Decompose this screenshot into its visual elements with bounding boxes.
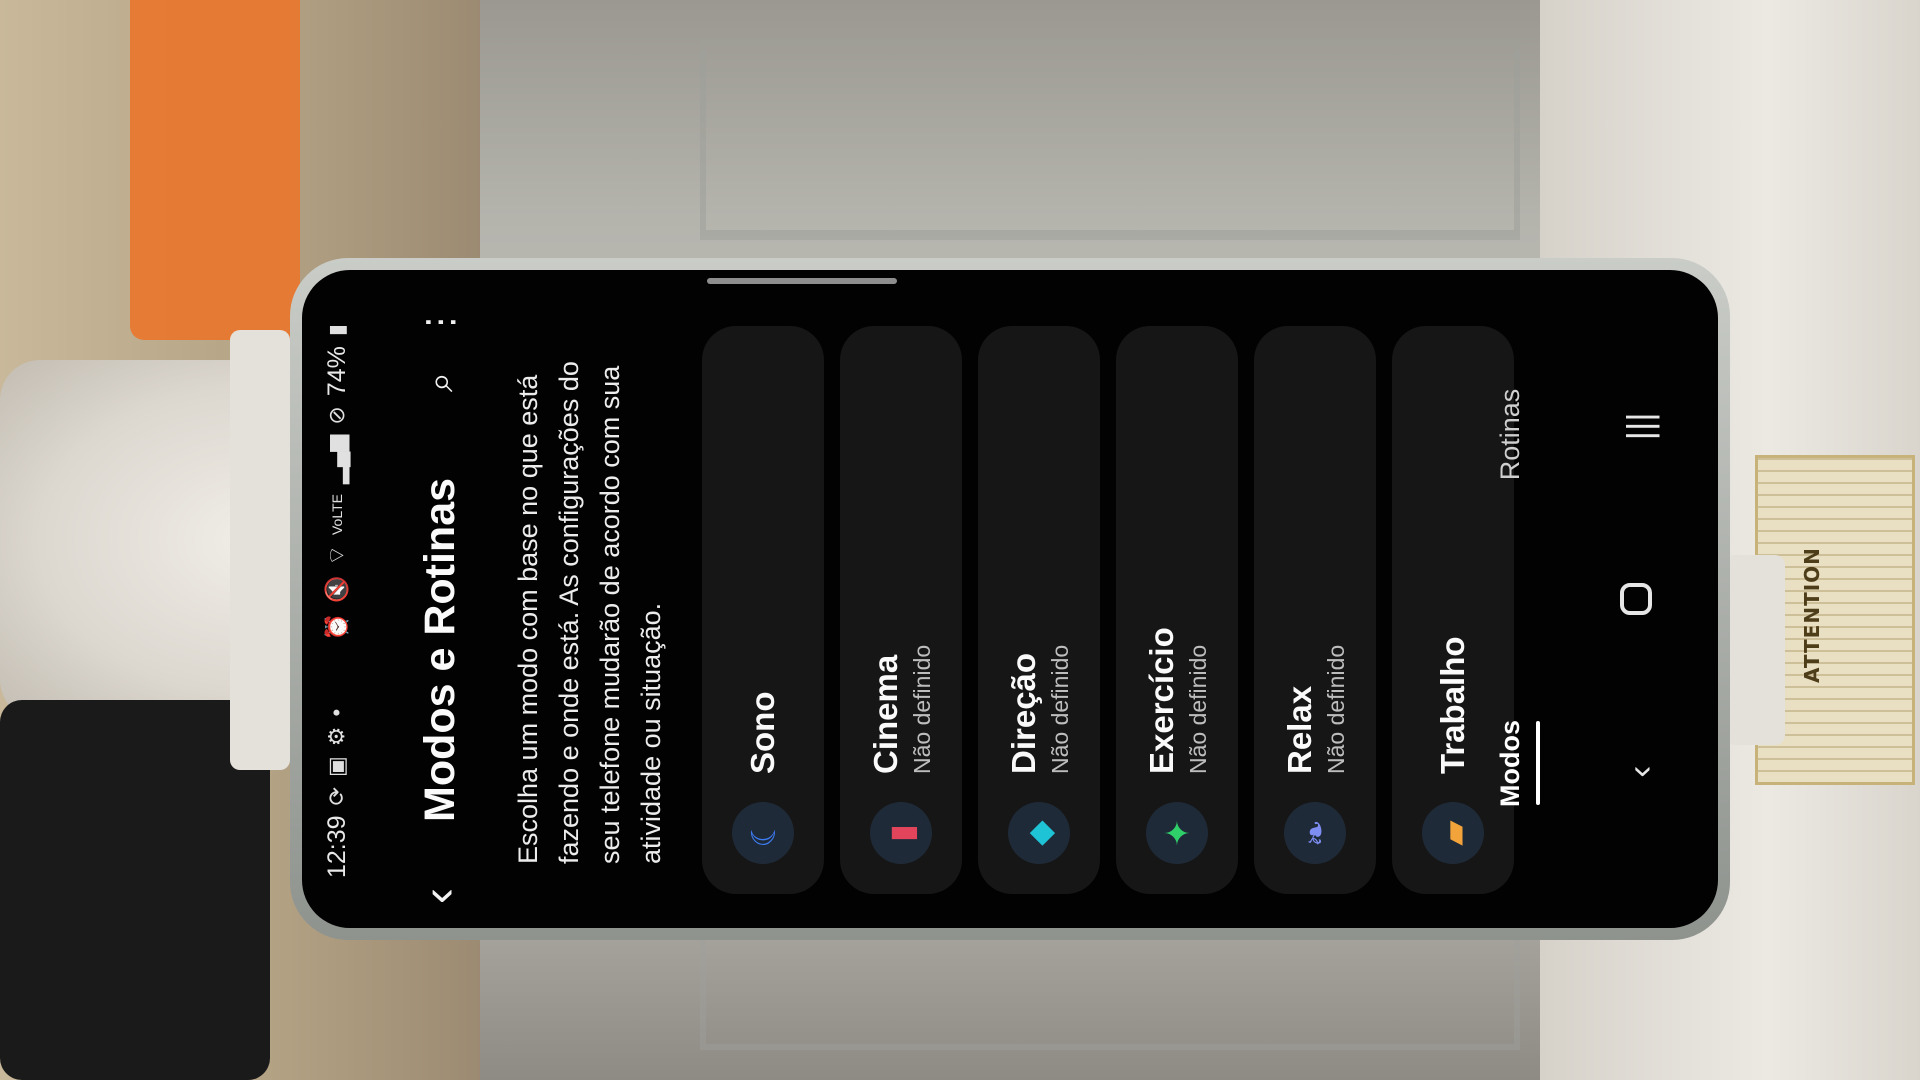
background-label-text: ATTENTION	[1800, 547, 1824, 683]
mode-name: Cinema	[866, 654, 904, 774]
page-title: Modos e Rotinas	[415, 477, 464, 822]
settings-gear-icon: ⚙	[324, 726, 349, 747]
mode-text: Cinema Não definido	[867, 645, 936, 774]
modes-list: ☾ Sono ▮ Cinema Não definido ◆ Direção Não defi…	[702, 326, 1514, 894]
relax-leaf-icon: ❧	[1284, 802, 1346, 864]
cinema-icon: ▮	[870, 802, 932, 864]
gallery-icon: ▣	[324, 756, 349, 777]
search-icon[interactable]: ⌕	[419, 352, 462, 412]
mode-status: Não definido	[1184, 644, 1211, 774]
mode-name: Direção	[1004, 652, 1042, 774]
mode-text: Direção Não definido	[1005, 645, 1074, 774]
phone-screen: 12:39 ⟳ ▣ ⚙ • ⏰ 🔇 ⌔ VoLTE ▂▄▆ ⊘ 74% ▮ ‹ …	[302, 270, 1718, 928]
background-orange-box	[130, 0, 300, 340]
status-right: ⏰ 🔇 ⌔ VoLTE ▂▄▆ ⊘ 74% ▮	[323, 324, 352, 641]
driving-icon: ◆	[1008, 802, 1070, 864]
status-bar: 12:39 ⟳ ▣ ⚙ • ⏰ 🔇 ⌔ VoLTE ▂▄▆ ⊘ 74% ▮	[302, 270, 372, 928]
page-description: Escolha um modo com base no que está faz…	[513, 361, 666, 864]
mode-name: Relax	[1280, 685, 1318, 774]
status-left: 12:39 ⟳ ▣ ⚙ •	[323, 709, 352, 878]
alarm-icon: ⏰	[324, 613, 349, 641]
mode-status: Não definido	[908, 644, 935, 774]
mode-name: Trabalho	[1434, 636, 1471, 774]
tab-modos[interactable]: Modos	[1495, 599, 1540, 928]
scrollbar[interactable]	[707, 278, 897, 284]
phone-frame: 12:39 ⟳ ▣ ⚙ • ⏰ 🔇 ⌔ VoLTE ▂▄▆ ⊘ 74% ▮ ‹ …	[290, 258, 1730, 940]
system-nav-bar: ‹ |||	[1592, 270, 1688, 928]
signal-label: VoLTE	[329, 494, 345, 536]
mode-text: Sono	[744, 692, 782, 774]
home-icon	[1620, 583, 1652, 616]
mode-card-sono[interactable]: ☾ Sono	[702, 326, 824, 894]
mode-name: Sono	[744, 691, 781, 774]
mode-status: Não definido	[1046, 644, 1073, 774]
sync-icon: ⟳	[324, 787, 349, 806]
wifi-icon: ⌔	[324, 545, 349, 566]
back-chevron-icon[interactable]: ‹	[413, 852, 466, 904]
battery-percent: 74%	[322, 346, 351, 397]
more-options-icon[interactable]: ⋮	[419, 292, 461, 352]
status-time: 12:39	[322, 815, 351, 878]
blocked-icon: ⊘	[324, 406, 349, 425]
mute-icon: 🔇	[324, 575, 349, 604]
screen-content: 12:39 ⟳ ▣ ⚙ • ⏰ 🔇 ⌔ VoLTE ▂▄▆ ⊘ 74% ▮ ‹ …	[302, 270, 1718, 928]
nav-home-button[interactable]	[1619, 564, 1661, 634]
tab-rotinas[interactable]: Rotinas	[1495, 270, 1540, 599]
phone-mount-left	[230, 330, 290, 770]
mode-text: Exercício Não definido	[1143, 627, 1212, 774]
signal-icon: ▂▄▆	[324, 434, 349, 485]
mode-card-cinema[interactable]: ▮ Cinema Não definido	[840, 326, 962, 894]
app-bar: ‹ Modos e Rotinas ⌕ ⋮	[394, 270, 486, 928]
bottom-tabs: Modos Rotinas	[1472, 270, 1562, 928]
nav-back-button[interactable]: ‹	[1619, 737, 1661, 807]
battery-icon: ▮	[324, 324, 349, 337]
phone-mount-right	[1725, 555, 1785, 745]
exercise-icon: ✦	[1146, 802, 1208, 864]
sleep-icon: ☾	[732, 802, 794, 864]
mode-text: Relax Não definido	[1281, 645, 1350, 774]
mode-text: Trabalho	[1434, 636, 1472, 774]
background-shelf	[700, 40, 1520, 240]
mode-card-exercício[interactable]: ✦ Exercício Não definido	[1116, 326, 1238, 894]
mode-name: Exercício	[1142, 627, 1180, 774]
mode-card-relax[interactable]: ❧ Relax Não definido	[1254, 326, 1376, 894]
mode-card-direção[interactable]: ◆ Direção Não definido	[978, 326, 1100, 894]
nav-recents-button[interactable]: |||	[1619, 391, 1661, 461]
dot-icon: •	[324, 708, 349, 717]
mode-status: Não definido	[1322, 644, 1349, 774]
